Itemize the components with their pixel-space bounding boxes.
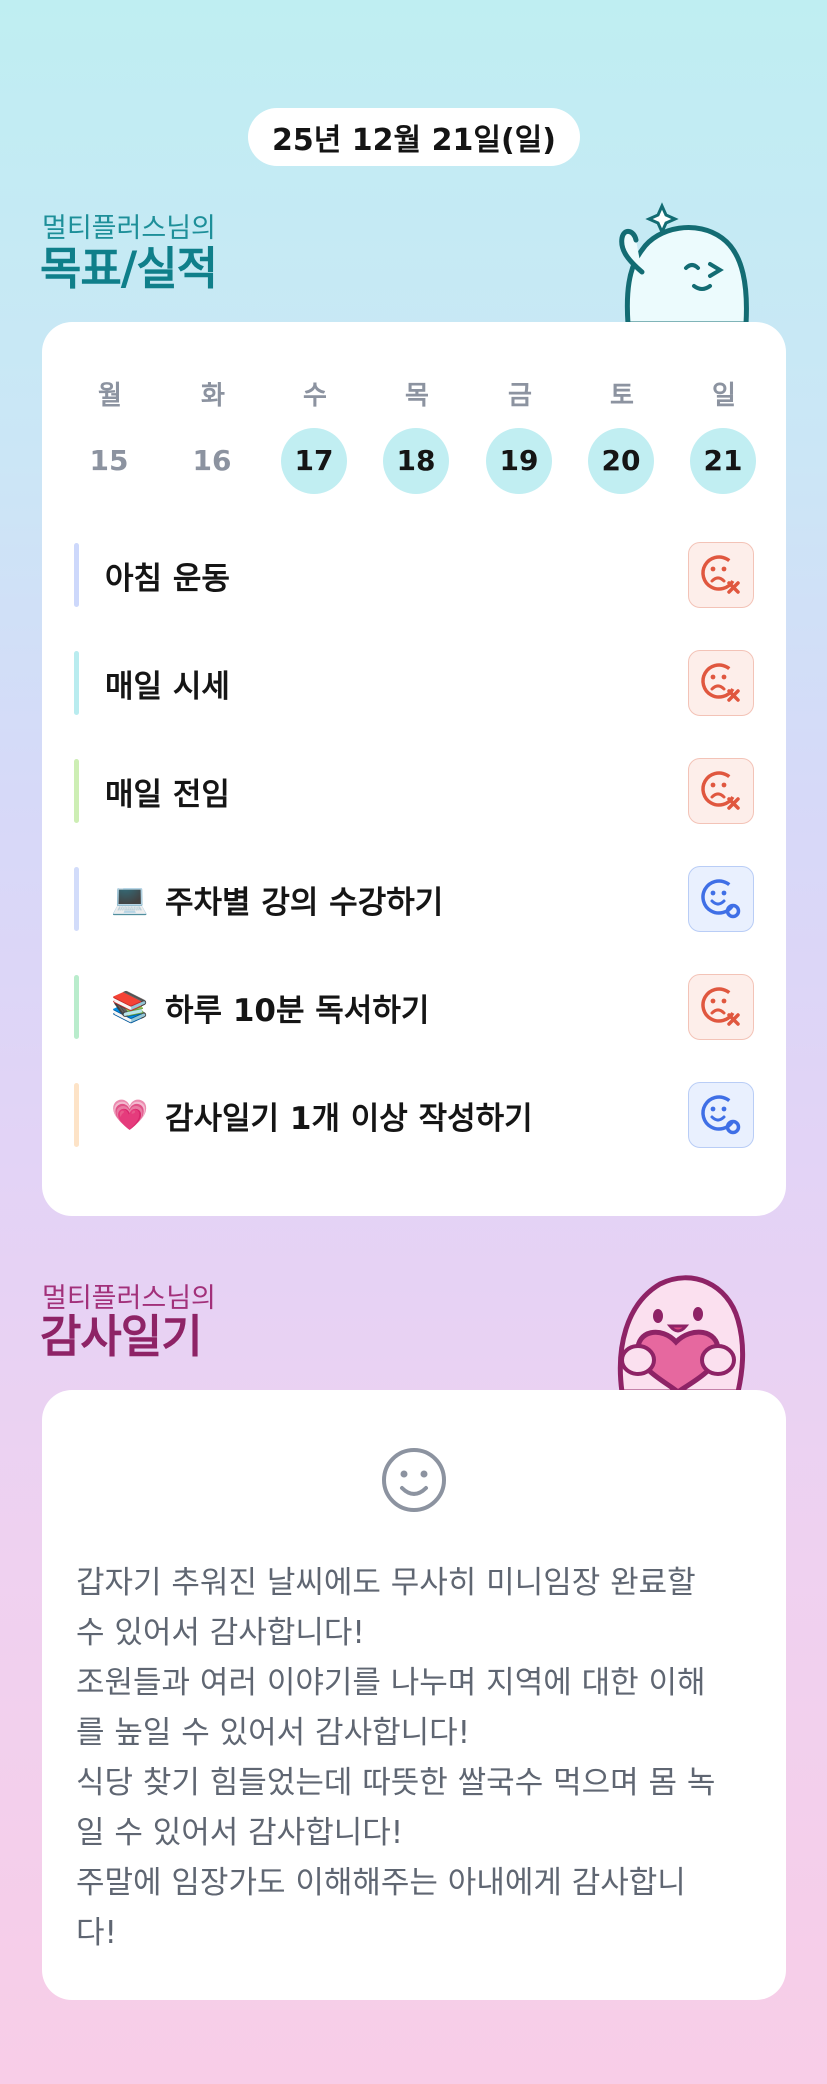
goal-row[interactable]: 💗 감사일기 1개 이상 작성하기	[74, 1082, 754, 1148]
gratitude-line: 조원들과 여러 이야기를 나누며 지역에 대한 이해	[76, 1665, 706, 1701]
goal-label: 아침 운동	[105, 560, 230, 597]
goal-label: 하루 10분 독서하기	[165, 992, 430, 1029]
goal-emoji-icon: 💻	[111, 881, 149, 917]
missed-face-icon[interactable]	[688, 650, 754, 716]
achieved-face-icon[interactable]	[688, 1082, 754, 1148]
goal-color-bar	[74, 867, 79, 931]
goal-color-bar	[74, 975, 79, 1039]
goal-color-bar	[74, 1083, 79, 1147]
gratitude-line: 갑자기 추워진 날씨에도 무사히 미니임장 완료할	[76, 1565, 696, 1601]
weekday-label: 목	[405, 381, 429, 411]
goal-label: 감사일기 1개 이상 작성하기	[165, 1100, 533, 1137]
goal-row[interactable]: 매일 전임	[74, 758, 754, 824]
gratitude-card: 갑자기 추워진 날씨에도 무사히 미니임장 완료할수 있어서 감사합니다! 조원들…	[42, 1390, 786, 2000]
date-number: 15	[89, 444, 129, 477]
goal-row[interactable]: 💻 주차별 강의 수강하기	[74, 866, 754, 932]
goal-emoji-icon: 💗	[111, 1097, 149, 1133]
day-17[interactable]: 수 17	[281, 376, 349, 494]
missed-face-icon[interactable]	[688, 974, 754, 1040]
date-number: 19	[486, 428, 552, 494]
weekday-label: 화	[201, 381, 225, 411]
heart-mascot-icon	[617, 1275, 746, 1392]
day-19[interactable]: 금 19	[486, 376, 554, 494]
goal-label: 매일 시세	[105, 668, 230, 705]
date-pill: 25년 12월 21일(일)	[248, 108, 580, 166]
gratitude-line: 수 있어서 감사합니다!	[76, 1615, 365, 1651]
date-number: 17	[281, 428, 347, 494]
date-number: 18	[383, 428, 449, 494]
goal-label: 매일 전임	[105, 776, 230, 813]
day-20[interactable]: 토 20	[588, 376, 656, 494]
gratitude-line: 식당 찾기 힘들었는데 따뜻한 쌀국수 먹으며 몸 녹	[76, 1765, 716, 1801]
gratitude-line: 를 높일 수 있어서 감사합니다!	[76, 1715, 471, 1751]
goal-color-bar	[74, 543, 79, 607]
gratitude-line: 일 수 있어서 감사합니다!	[76, 1815, 404, 1851]
goal-label: 주차별 강의 수강하기	[165, 884, 444, 921]
weekday-label: 금	[508, 381, 532, 411]
day-21[interactable]: 일 21	[690, 376, 758, 494]
goal-row[interactable]: 매일 시세	[74, 650, 754, 716]
day-15[interactable]: 월 15	[76, 376, 144, 494]
goal-row[interactable]: 아침 운동	[74, 542, 754, 608]
goal-color-bar	[74, 651, 79, 715]
date-number: 20	[588, 428, 654, 494]
goals-card: 월 15 화 16 수 17 목 18 금 19 토 20 일 21 아침 운동매일 시세매일 전임 💻 주차…	[42, 322, 786, 1216]
date-label: 25년 12월 21일(일)	[272, 123, 556, 158]
week-strip: 월 15 화 16 수 17 목 18 금 19 토 20 일 21	[42, 376, 786, 496]
gratitude-text: 갑자기 추워진 날씨에도 무사히 미니임장 완료할수 있어서 감사합니다! 조원들…	[76, 1558, 756, 1958]
weekday-label: 토	[610, 381, 634, 411]
weekday-label: 월	[98, 381, 122, 411]
goal-color-bar	[74, 759, 79, 823]
missed-face-icon[interactable]	[688, 542, 754, 608]
smile-face-icon	[380, 1446, 448, 1514]
missed-face-icon[interactable]	[688, 758, 754, 824]
achieved-face-icon[interactable]	[688, 866, 754, 932]
goal-row[interactable]: 📚 하루 10분 독서하기	[74, 974, 754, 1040]
gratitude-line: 다!	[76, 1915, 117, 1951]
day-18[interactable]: 목 18	[383, 376, 451, 494]
gratitude-title: 감사일기	[40, 1310, 203, 1363]
ghost-mascot-icon	[619, 202, 749, 324]
gratitude-line: 주말에 임장가도 이해해주는 아내에게 감사합니	[76, 1865, 686, 1901]
date-number: 16	[192, 444, 232, 477]
goal-emoji-icon: 📚	[111, 989, 149, 1025]
date-number: 21	[690, 428, 756, 494]
weekday-label: 일	[712, 381, 736, 411]
weekday-label: 수	[303, 381, 327, 411]
day-16[interactable]: 화 16	[179, 376, 247, 494]
goals-title: 목표/실적	[40, 242, 218, 295]
